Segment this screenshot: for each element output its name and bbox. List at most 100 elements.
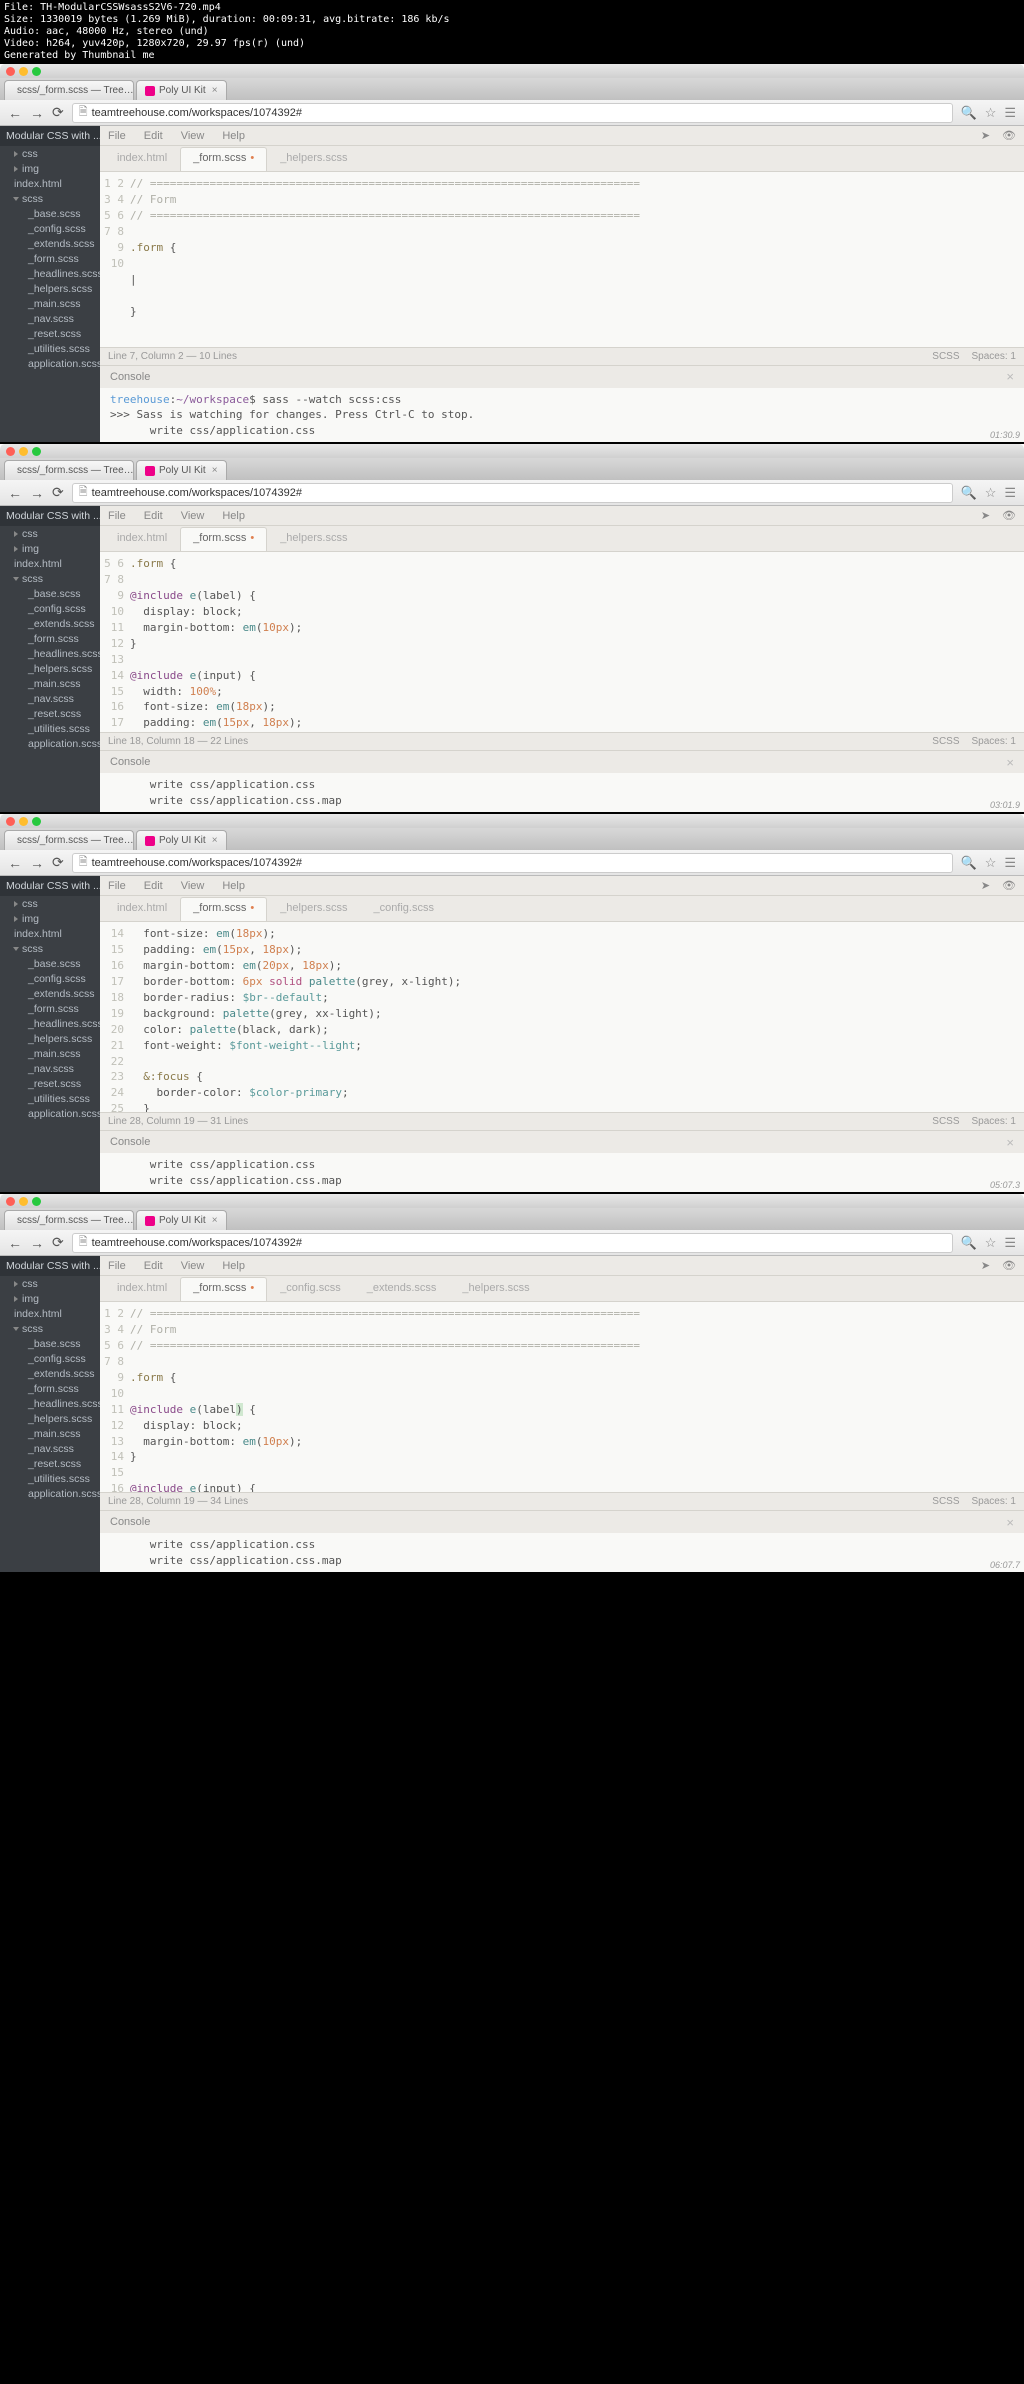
file-item[interactable]: _extends.scss [0, 616, 100, 631]
menu-help[interactable]: Help [222, 130, 245, 142]
file-item[interactable]: _helpers.scss [0, 281, 100, 296]
menu-edit[interactable]: Edit [144, 130, 163, 142]
file-item[interactable]: _form.scss [0, 1381, 100, 1396]
folder-item[interactable]: img [0, 1291, 100, 1306]
file-item[interactable]: _form.scss [0, 251, 100, 266]
file-item[interactable]: _nav.scss [0, 311, 100, 326]
file-item[interactable]: _main.scss [0, 1426, 100, 1441]
console-output[interactable]: write css/application.css write css/appl… [100, 1153, 1024, 1192]
folder-item[interactable]: scss [0, 941, 100, 956]
zoom-dot-icon[interactable] [32, 1197, 41, 1206]
file-item[interactable]: _headlines.scss [0, 1016, 100, 1031]
url-field[interactable]: 🗎 teamtreehouse.com/workspaces/1074392# [72, 103, 953, 123]
file-tab[interactable]: index.html [104, 527, 180, 551]
file-item[interactable]: _nav.scss [0, 1061, 100, 1076]
language-mode[interactable]: SCSS [932, 736, 959, 747]
minimize-dot-icon[interactable] [19, 447, 28, 456]
eye-icon[interactable]: 👁 [1002, 879, 1016, 892]
zoom-dot-icon[interactable] [32, 817, 41, 826]
menu-view[interactable]: View [181, 1260, 205, 1272]
code-content[interactable]: .form { @include e(label) { display: blo… [130, 552, 1024, 732]
folder-item[interactable]: scss [0, 1321, 100, 1336]
close-tab-icon[interactable]: × [212, 835, 218, 846]
file-item[interactable]: _nav.scss [0, 1441, 100, 1456]
folder-item[interactable]: img [0, 161, 100, 176]
folder-item[interactable]: css [0, 526, 100, 541]
close-dot-icon[interactable] [6, 447, 15, 456]
code-content[interactable]: // =====================================… [130, 172, 1024, 347]
file-tab[interactable]: _helpers.scss [267, 527, 360, 551]
menu-file[interactable]: File [108, 1260, 126, 1272]
eye-icon[interactable]: 👁 [1002, 509, 1016, 522]
menu-icon[interactable]: ☰ [1004, 855, 1016, 871]
file-item[interactable]: _config.scss [0, 971, 100, 986]
url-field[interactable]: 🗎 teamtreehouse.com/workspaces/1074392# [72, 1233, 953, 1253]
code-content[interactable]: font-size: em(18px); padding: em(15px, 1… [130, 922, 1024, 1112]
file-tab[interactable]: _form.scss• [180, 147, 267, 171]
menu-file[interactable]: File [108, 880, 126, 892]
zoom-dot-icon[interactable] [32, 67, 41, 76]
console-close-icon[interactable]: × [1006, 1515, 1014, 1530]
close-tab-icon[interactable]: × [212, 85, 218, 96]
indent-mode[interactable]: Spaces: 1 [972, 1496, 1016, 1507]
back-button[interactable]: ← [8, 485, 22, 501]
menu-file[interactable]: File [108, 130, 126, 142]
menu-edit[interactable]: Edit [144, 880, 163, 892]
browser-tab[interactable]: Poly UI Kit× [136, 80, 227, 100]
file-item[interactable]: application.scss [0, 356, 100, 371]
file-item[interactable]: _base.scss [0, 1336, 100, 1351]
file-tab[interactable]: index.html [104, 1277, 180, 1301]
language-mode[interactable]: SCSS [932, 1116, 959, 1127]
close-tab-icon[interactable]: × [212, 1215, 218, 1226]
reload-button[interactable]: ⟳ [52, 484, 64, 501]
browser-tab[interactable]: scss/_form.scss — Tree…× [4, 1210, 134, 1230]
forward-button[interactable]: → [30, 855, 44, 871]
file-item[interactable]: _form.scss [0, 1001, 100, 1016]
back-button[interactable]: ← [8, 1235, 22, 1251]
file-item[interactable]: _helpers.scss [0, 661, 100, 676]
file-item[interactable]: index.html [0, 556, 100, 571]
file-item[interactable]: _headlines.scss [0, 1396, 100, 1411]
language-mode[interactable]: SCSS [932, 1496, 959, 1507]
cursor-icon[interactable]: ➤ [981, 129, 990, 142]
file-item[interactable]: _utilities.scss [0, 341, 100, 356]
file-item[interactable]: _utilities.scss [0, 721, 100, 736]
file-item[interactable]: _helpers.scss [0, 1411, 100, 1426]
minimize-dot-icon[interactable] [19, 1197, 28, 1206]
console-output[interactable]: treehouse:~/workspace$ sass --watch scss… [100, 388, 1024, 442]
folder-item[interactable]: scss [0, 191, 100, 206]
star-icon[interactable]: ☆ [985, 1235, 997, 1251]
console-close-icon[interactable]: × [1006, 755, 1014, 770]
file-item[interactable]: index.html [0, 176, 100, 191]
search-icon[interactable]: 🔍 [961, 485, 977, 501]
indent-mode[interactable]: Spaces: 1 [972, 736, 1016, 747]
star-icon[interactable]: ☆ [985, 485, 997, 501]
search-icon[interactable]: 🔍 [961, 105, 977, 121]
menu-file[interactable]: File [108, 510, 126, 522]
folder-item[interactable]: css [0, 1276, 100, 1291]
cursor-icon[interactable]: ➤ [981, 509, 990, 522]
url-field[interactable]: 🗎 teamtreehouse.com/workspaces/1074392# [72, 483, 953, 503]
browser-tab[interactable]: scss/_form.scss — Tree…× [4, 80, 134, 100]
file-item[interactable]: _reset.scss [0, 1456, 100, 1471]
minimize-dot-icon[interactable] [19, 817, 28, 826]
file-tab[interactable]: _helpers.scss [449, 1277, 542, 1301]
file-item[interactable]: _headlines.scss [0, 646, 100, 661]
folder-item[interactable]: css [0, 146, 100, 161]
browser-tab[interactable]: Poly UI Kit× [136, 460, 227, 480]
menu-view[interactable]: View [181, 510, 205, 522]
file-item[interactable]: _main.scss [0, 296, 100, 311]
file-item[interactable]: _base.scss [0, 586, 100, 601]
file-item[interactable]: index.html [0, 1306, 100, 1321]
back-button[interactable]: ← [8, 855, 22, 871]
file-item[interactable]: _nav.scss [0, 691, 100, 706]
zoom-dot-icon[interactable] [32, 447, 41, 456]
forward-button[interactable]: → [30, 485, 44, 501]
console-output[interactable]: write css/application.css write css/appl… [100, 773, 1024, 812]
file-item[interactable]: _main.scss [0, 676, 100, 691]
close-dot-icon[interactable] [6, 1197, 15, 1206]
browser-tab[interactable]: Poly UI Kit× [136, 830, 227, 850]
eye-icon[interactable]: 👁 [1002, 129, 1016, 142]
reload-button[interactable]: ⟳ [52, 104, 64, 121]
console-close-icon[interactable]: × [1006, 1135, 1014, 1150]
